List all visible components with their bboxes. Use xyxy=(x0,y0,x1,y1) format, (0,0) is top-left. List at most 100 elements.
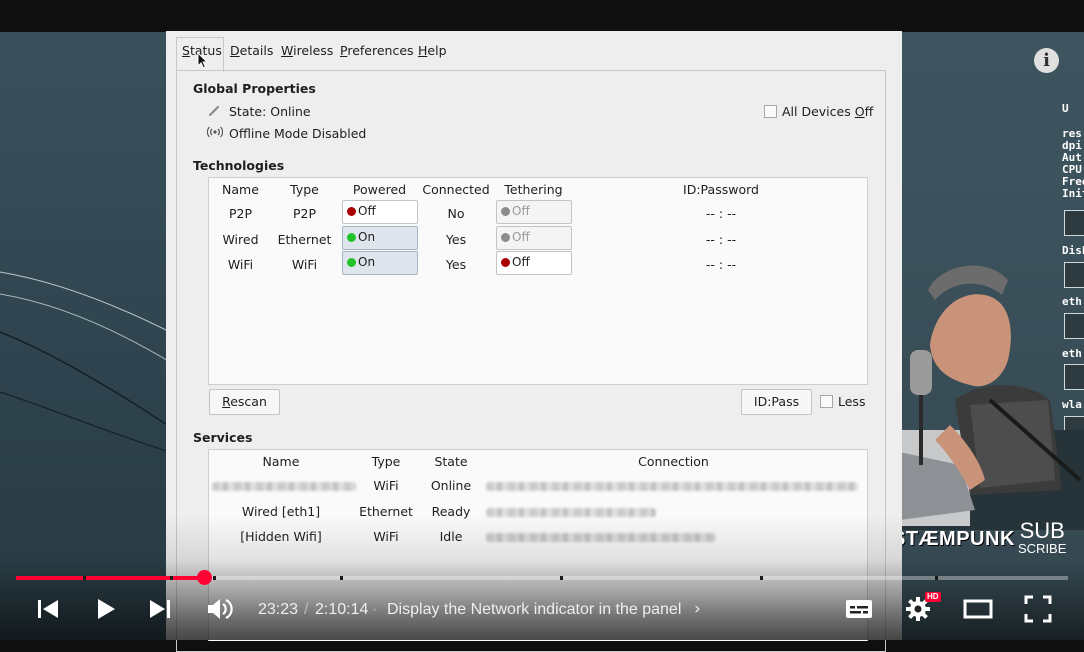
fullscreen-icon[interactable] xyxy=(1023,594,1053,624)
desktop-text-fragment: res:dpi:AutCPUFreeInit xyxy=(1062,127,1084,200)
progress-played xyxy=(16,576,204,580)
state-label: State: Online xyxy=(229,104,311,119)
info-icon[interactable]: i xyxy=(1034,48,1059,73)
status-dot-green-icon xyxy=(347,233,356,242)
rescan-label: escan xyxy=(230,394,267,409)
tech-idpass: -- : -- xyxy=(705,257,737,272)
volume-icon[interactable] xyxy=(204,594,234,624)
p2p-tethering-toggle[interactable]: Off xyxy=(496,200,572,224)
tech-type: WiFi xyxy=(291,257,318,272)
background-wires xyxy=(0,271,170,453)
svc-header-state: State xyxy=(434,454,468,469)
chapter-marker xyxy=(83,576,86,580)
subscribe-badge[interactable]: SUB SCRIBE xyxy=(1018,518,1067,556)
tech-name: WiFi xyxy=(227,257,254,272)
status-dot-green-icon xyxy=(347,258,356,267)
tab-details[interactable]: Details xyxy=(230,43,273,58)
all-devices-off-label[interactable]: All Devices Off xyxy=(782,104,873,119)
status-dot-red-icon xyxy=(501,258,510,267)
tech-type: Ethernet xyxy=(277,232,332,247)
chapter-marker xyxy=(760,576,763,580)
play-icon[interactable] xyxy=(90,594,120,624)
connman-window: Status Details Wireless Preferences Help… xyxy=(166,31,902,652)
desktop-text-fragment: U xyxy=(1062,102,1069,115)
all-devices-mnemonic: O xyxy=(854,104,865,119)
tab-wireless-mnemonic: W xyxy=(281,43,294,58)
all-devices-prefix: All Devices xyxy=(782,104,855,119)
hd-badge: HD xyxy=(925,592,941,602)
time-current: 23:23 xyxy=(258,601,299,618)
tech-connected: No xyxy=(447,206,465,221)
status-dot-gray-icon xyxy=(501,207,510,216)
tab-wireless[interactable]: Wireless xyxy=(281,43,333,58)
subscribe-top: SUB xyxy=(1019,518,1065,543)
chapter-marker xyxy=(170,576,173,580)
toggle-label: Off xyxy=(512,230,530,244)
tab-help[interactable]: Help xyxy=(418,43,447,58)
svc-name: Wired [eth1] xyxy=(241,504,321,519)
subscribe-bottom: SCRIBE xyxy=(1018,541,1067,556)
all-devices-off-checkbox[interactable] xyxy=(764,105,777,118)
tech-header-name: Name xyxy=(222,182,259,197)
less-label[interactable]: Less xyxy=(838,394,865,409)
redacted-connection xyxy=(486,508,656,517)
svc-state: Idle xyxy=(439,529,463,544)
tech-name: P2P xyxy=(228,206,253,221)
wired-tethering-toggle[interactable]: Off xyxy=(496,226,572,250)
tech-name: Wired xyxy=(222,232,259,247)
toggle-label: Off xyxy=(358,204,376,218)
svc-header-name: Name xyxy=(262,454,300,469)
mouse-cursor-icon xyxy=(197,52,208,69)
tech-header-idpassword: ID:Password xyxy=(683,182,759,197)
chapter-bullet: · xyxy=(372,601,378,618)
status-dot-red-icon xyxy=(347,207,356,216)
redacted-connection xyxy=(486,482,858,491)
status-dot-gray-icon xyxy=(501,233,510,242)
chapter-marker xyxy=(213,576,216,580)
subtitles-icon[interactable] xyxy=(844,594,874,624)
global-properties-title: Global Properties xyxy=(193,81,316,96)
tab-wireless-label: ireless xyxy=(293,43,334,58)
tab-help-mnemonic: H xyxy=(418,43,428,58)
p2p-powered-toggle[interactable]: Off xyxy=(342,200,418,224)
rescan-button[interactable]: Rescan xyxy=(209,389,280,415)
chapter-marker xyxy=(560,576,563,580)
channel-logo: STÆMPUNK xyxy=(892,528,1015,550)
toggle-label: Off xyxy=(512,204,530,218)
tab-preferences-label: references xyxy=(347,43,414,58)
svc-state: Ready xyxy=(431,504,471,519)
chapter-title[interactable]: Display the Network indicator in the pan… xyxy=(387,601,681,619)
svc-name: [Hidden Wifi] xyxy=(240,529,322,544)
tab-details-mnemonic: D xyxy=(230,43,240,58)
tech-connected: Yes xyxy=(445,257,467,272)
svc-type: Ethernet xyxy=(359,504,413,519)
tech-connected: Yes xyxy=(445,232,467,247)
next-icon[interactable] xyxy=(145,594,175,624)
wifi-powered-toggle[interactable]: On xyxy=(342,251,418,275)
redacted-service-name xyxy=(212,482,356,491)
tab-details-label: etails xyxy=(239,43,274,58)
tech-header-powered: Powered xyxy=(352,182,407,197)
tab-help-label: elp xyxy=(427,43,447,58)
all-devices-rest: ff xyxy=(864,104,874,119)
svc-state: Online xyxy=(430,478,472,493)
svc-type: WiFi xyxy=(373,478,399,493)
idpass-button[interactable]: ID:Pass xyxy=(741,389,812,415)
less-checkbox[interactable] xyxy=(820,395,833,408)
chapter-marker xyxy=(935,576,938,580)
tech-type: P2P xyxy=(292,206,317,221)
antenna-icon xyxy=(207,126,223,138)
previous-icon[interactable] xyxy=(33,594,63,624)
chevron-right-icon[interactable]: › xyxy=(694,599,701,619)
svc-header-type: Type xyxy=(371,454,401,469)
wired-powered-toggle[interactable]: On xyxy=(342,226,418,250)
desktop-widget xyxy=(1064,210,1084,236)
toggle-label: On xyxy=(358,255,376,269)
theater-mode-icon[interactable] xyxy=(963,594,993,624)
pencil-icon xyxy=(208,105,220,117)
tab-preferences[interactable]: Preferences xyxy=(340,43,414,58)
toggle-label: Off xyxy=(512,255,530,269)
progress-scrubber[interactable] xyxy=(197,570,212,585)
services-title: Services xyxy=(193,430,253,445)
wifi-tethering-toggle[interactable]: Off xyxy=(496,251,572,275)
